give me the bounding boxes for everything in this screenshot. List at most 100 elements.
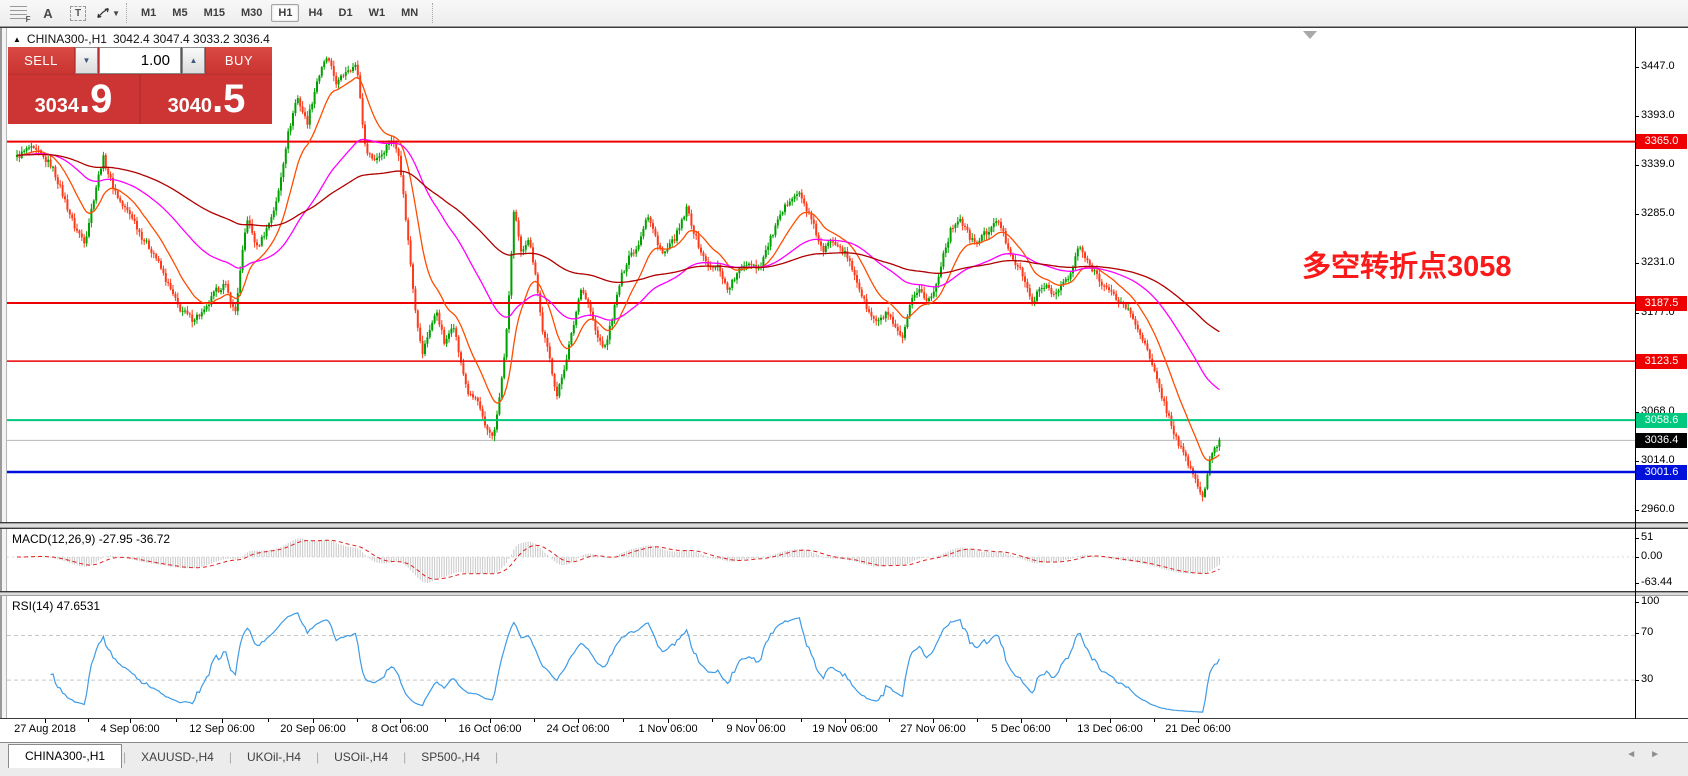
status-strip (0, 768, 1688, 776)
macd-axis-label: 51 (1641, 531, 1653, 543)
price-tick-label: 3285.0 (1641, 207, 1675, 219)
chart-text-annotation[interactable]: 多空转折点3058 (1302, 243, 1512, 285)
date-tick (933, 719, 934, 723)
date-label: 13 Dec 06:00 (1077, 723, 1142, 735)
date-tick-minor (268, 719, 269, 722)
timeframe-button-m5[interactable]: M5 (165, 4, 194, 22)
date-label: 24 Oct 06:00 (547, 723, 610, 735)
chevron-down-icon[interactable]: ▼ (112, 9, 120, 18)
volume-increase-button[interactable]: ▲ (182, 47, 205, 74)
price-tick-label: 3339.0 (1641, 158, 1675, 170)
price-tick (1635, 510, 1639, 511)
chart-tab-2[interactable]: XAUUSD-,H4 (127, 747, 228, 768)
arrows-tool-icon[interactable]: ▼ (96, 3, 120, 23)
timeframe-button-w1[interactable]: W1 (362, 4, 393, 22)
chart-ohlc-values: 3042.4 3047.4 3033.2 3036.4 (113, 32, 270, 46)
date-tick-minor (977, 719, 978, 722)
buy-button[interactable]: BUY (206, 47, 272, 74)
date-label: 1 Nov 06:00 (638, 723, 697, 735)
rsi-axis-tick (1635, 633, 1639, 634)
window-left-frame (0, 28, 7, 742)
date-tick (400, 719, 401, 723)
date-tick (578, 719, 579, 723)
timeframe-button-h1[interactable]: H1 (271, 4, 299, 22)
price-tick-label: 3447.0 (1641, 60, 1675, 72)
macd-axis-label: -63.44 (1641, 576, 1672, 588)
text-box-icon[interactable]: T (66, 3, 90, 23)
date-label: 16 Oct 06:00 (459, 723, 522, 735)
price-level-label: 3187.5 (1636, 296, 1687, 311)
date-tick-minor (88, 719, 89, 722)
toolbar-separator (432, 3, 433, 23)
date-label: 9 Nov 06:00 (726, 723, 785, 735)
chart-tab-3[interactable]: UKOil-,H4 (233, 747, 315, 768)
date-tick-minor (623, 719, 624, 722)
timeframe-button-d1[interactable]: D1 (332, 4, 360, 22)
sell-button[interactable]: SELL (8, 47, 74, 74)
mt4-terminal: F A T ▼ M1M5M15M30H1H4D1W1MN MACD(12,26,… (0, 0, 1688, 776)
chart-shift-marker-icon[interactable] (1303, 31, 1317, 39)
macd-label: MACD(12,26,9) -27.95 -36.72 (12, 532, 170, 546)
volume-input[interactable]: 1.00 (99, 47, 181, 74)
tab-scroll-left-icon[interactable]: ◄ (1626, 749, 1650, 760)
rsi-axis-label: 70 (1641, 626, 1653, 638)
price-tick (1635, 165, 1639, 166)
timeframe-button-m15[interactable]: M15 (197, 4, 232, 22)
date-label: 19 Nov 06:00 (812, 723, 877, 735)
date-tick-minor (1066, 719, 1067, 722)
date-label: 21 Dec 06:00 (1165, 723, 1230, 735)
buy-price-frac: .5 (212, 77, 245, 121)
price-level-label: 3058.6 (1636, 413, 1687, 428)
chart-tab-4[interactable]: USOil-,H4 (320, 747, 402, 768)
date-tick-minor (801, 719, 802, 722)
timeframe-button-h4[interactable]: H4 (301, 4, 329, 22)
price-level-label: 3365.0 (1636, 134, 1687, 149)
timeframe-button-m1[interactable]: M1 (134, 4, 163, 22)
date-tick-minor (889, 719, 890, 722)
one-click-trading-panel: SELL ▼ 1.00 ▲ BUY 3034.9 3040.5 (8, 47, 272, 124)
rsi-canvas[interactable] (7, 596, 1635, 718)
text-label-icon[interactable]: A (36, 3, 60, 23)
chart-grid-icon[interactable]: F (6, 3, 30, 23)
macd-axis-label: 0.00 (1641, 550, 1662, 562)
date-tick (756, 719, 757, 723)
tab-scroll-right-icon[interactable]: ► (1650, 749, 1674, 760)
timeframe-button-m30[interactable]: M30 (234, 4, 269, 22)
price-tick (1635, 313, 1639, 314)
date-label: 8 Oct 06:00 (372, 723, 429, 735)
price-tick (1635, 461, 1639, 462)
top-toolbar: F A T ▼ M1M5M15M30H1H4D1W1MN (0, 0, 1688, 27)
tab-separator: | (494, 750, 499, 768)
price-tick-label: 3393.0 (1641, 109, 1675, 121)
timeframe-group: M1M5M15M30H1H4D1W1MN (133, 4, 426, 22)
date-tick-minor (357, 719, 358, 722)
date-tick (845, 719, 846, 723)
macd-canvas[interactable] (7, 529, 1635, 591)
chart-tab-1[interactable]: CHINA300-,H1 (8, 744, 122, 768)
date-axis: 27 Aug 20184 Sep 06:0012 Sep 06:0020 Sep… (0, 719, 1688, 742)
chart-header: ▲ CHINA300-,H1 3042.4 3047.4 3033.2 3036… (13, 32, 270, 46)
buy-price-display[interactable]: 3040.5 (141, 75, 272, 124)
date-tick (1198, 719, 1199, 723)
date-label: 4 Sep 06:00 (100, 723, 159, 735)
timeframe-button-mn[interactable]: MN (394, 4, 425, 22)
tab-scroll-arrows[interactable]: ◄► (1626, 749, 1674, 760)
date-tick (490, 719, 491, 723)
collapse-arrow-icon[interactable]: ▲ (13, 35, 21, 44)
price-tick (1635, 214, 1639, 215)
volume-decrease-button[interactable]: ▼ (75, 47, 98, 74)
rsi-axis-tick (1635, 680, 1639, 681)
date-label: 20 Sep 06:00 (280, 723, 345, 735)
date-tick-minor (712, 719, 713, 722)
rsi-axis-label: 100 (1641, 595, 1659, 607)
price-tick (1635, 67, 1639, 68)
sell-price-display[interactable]: 3034.9 (8, 75, 139, 124)
date-tick-minor (534, 719, 535, 722)
rsi-label: RSI(14) 47.6531 (12, 599, 100, 613)
date-label: 5 Dec 06:00 (991, 723, 1050, 735)
macd-axis-tick (1635, 557, 1639, 558)
price-tick (1635, 263, 1639, 264)
rsi-axis-label: 30 (1641, 673, 1653, 685)
chart-tab-5[interactable]: SP500-,H4 (407, 747, 494, 768)
price-tick-label: 2960.0 (1641, 503, 1675, 515)
